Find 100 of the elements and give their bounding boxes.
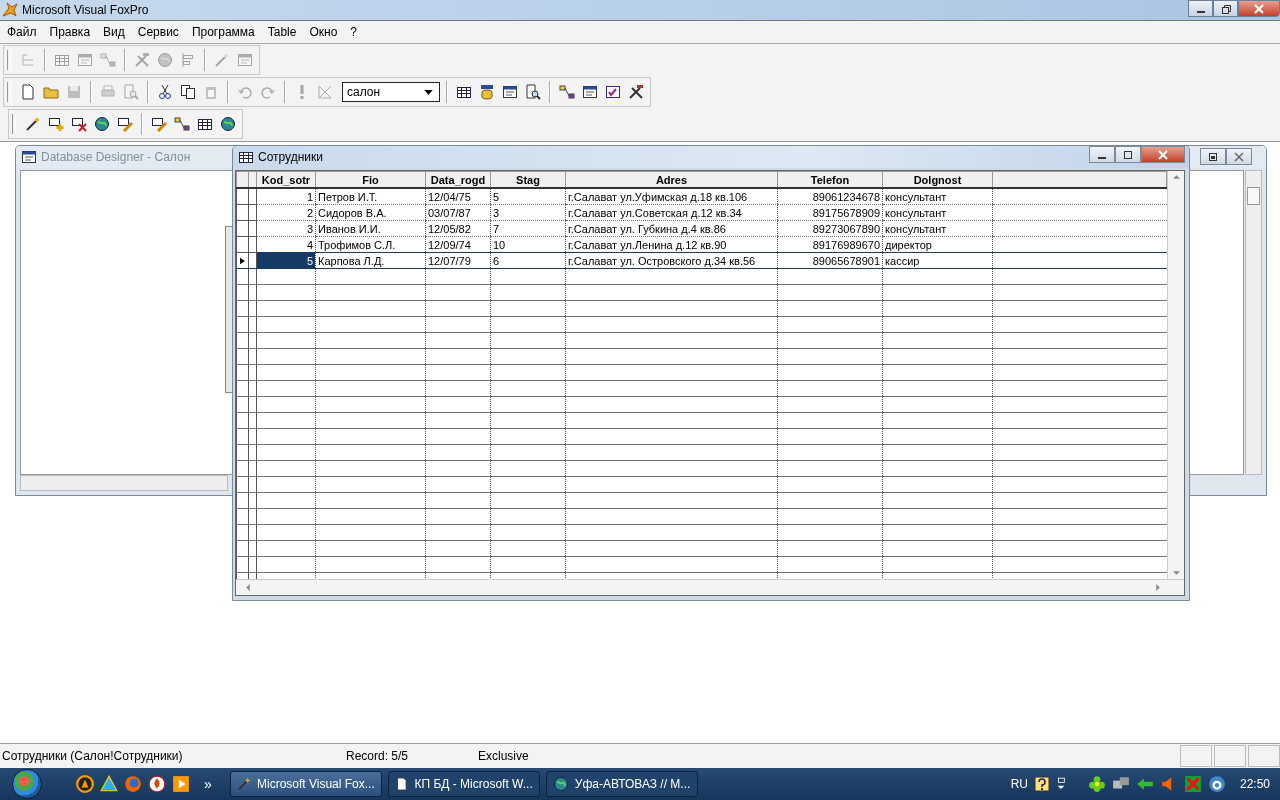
dropdown-arrow-icon xyxy=(424,89,433,95)
horizontal-scrollbar[interactable] xyxy=(20,475,228,491)
table-cell: г.Салават ул. Островского д.34 кв.56 xyxy=(565,252,778,269)
table-cell: 89273067890 xyxy=(777,220,883,237)
table-cell: консультант xyxy=(882,188,993,205)
status-panel xyxy=(1248,745,1280,767)
menu-item[interactable]: Сервис xyxy=(132,25,187,39)
status-panel xyxy=(1180,745,1212,767)
record-selector[interactable] xyxy=(236,236,249,253)
table-cell: 03/07/87 xyxy=(425,204,491,221)
wand-icon xyxy=(236,776,251,792)
menu-item[interactable]: Программа xyxy=(186,25,263,39)
column-header[interactable]: Data_rogd xyxy=(425,171,491,188)
taskbar-button[interactable]: Уфа-АВТОВАЗ // М... xyxy=(545,771,698,797)
column-header[interactable]: Kod_sotr xyxy=(256,171,316,188)
table-cell: г.Салават ул.Ленина д.12 кв.90 xyxy=(565,236,778,253)
restore-icon[interactable] xyxy=(1055,777,1066,791)
minimize-button[interactable] xyxy=(1089,146,1115,163)
close-icon xyxy=(1253,2,1265,15)
table-cell: 3 xyxy=(256,220,316,237)
media-player-icon[interactable] xyxy=(76,775,94,793)
play-icon[interactable] xyxy=(172,775,190,793)
restore-button[interactable] xyxy=(1200,148,1226,165)
window-title: Database Designer - Салон xyxy=(41,150,191,164)
restore-icon xyxy=(1208,151,1218,162)
table-cell: г.Салават ул.Советская д.12 кв.34 xyxy=(565,204,778,221)
document-icon xyxy=(394,776,409,792)
status-text: Сотрудники (Салон!Сотрудники) xyxy=(1,749,184,763)
database-dropdown[interactable]: салон xyxy=(342,82,440,102)
minimize-icon xyxy=(1098,156,1106,159)
vertical-scrollbar[interactable] xyxy=(1245,170,1262,475)
menu-item[interactable]: Файл xyxy=(2,25,45,39)
scroll-up-icon[interactable] xyxy=(1172,175,1180,179)
menu-item[interactable]: Table xyxy=(262,25,305,39)
close-button[interactable] xyxy=(1226,148,1252,165)
record-selector[interactable] xyxy=(236,252,249,269)
table-cell: г.Салават ул.Уфимская д.18 кв.106 xyxy=(565,188,778,205)
column-header[interactable]: Telefon xyxy=(777,171,883,188)
table-cell: 5 xyxy=(490,188,566,205)
column-header[interactable]: Stag xyxy=(490,171,566,188)
table-cell: Карпова Л.Д. xyxy=(315,252,426,269)
flower-icon[interactable] xyxy=(1087,775,1106,793)
globe-icon xyxy=(552,776,569,792)
scroll-right-icon[interactable] xyxy=(1156,584,1160,591)
language-indicator[interactable]: RU xyxy=(1010,777,1028,791)
status-panel xyxy=(1214,745,1246,767)
menu-item[interactable]: ? xyxy=(345,25,365,39)
table-cell: консультант xyxy=(882,204,993,221)
table-cell: Иванов И.И. xyxy=(315,220,426,237)
restore-icon xyxy=(1219,2,1232,15)
table-cell: 89175678909 xyxy=(777,204,883,221)
table-cell: директор xyxy=(882,236,993,253)
more-button[interactable]: » xyxy=(204,776,212,792)
minimize-button[interactable] xyxy=(1188,0,1213,17)
table-cell: консультант xyxy=(882,220,993,237)
table-icon xyxy=(238,149,254,165)
column-header[interactable]: Fio xyxy=(315,171,426,188)
window-title: Microsoft Visual FoxPro xyxy=(22,3,149,17)
maximize-button[interactable] xyxy=(1115,146,1141,163)
table-cell: 89065678901 xyxy=(777,252,883,269)
scroll-down-icon[interactable] xyxy=(1172,571,1180,575)
cross-icon[interactable] xyxy=(1183,775,1202,793)
record-selector[interactable] xyxy=(236,220,249,237)
menu-item[interactable]: Правка xyxy=(44,25,99,39)
table-cell: 12/05/82 xyxy=(425,220,491,237)
table-cell: кассир xyxy=(882,252,993,269)
column-header[interactable]: Dolgnost xyxy=(882,171,993,188)
table-cell: 6 xyxy=(490,252,566,269)
record-selector[interactable] xyxy=(236,204,249,221)
status-text: Record: 5/5 xyxy=(346,749,410,763)
table-cell: 12/07/79 xyxy=(425,252,491,269)
horizontal-scrollbar[interactable] xyxy=(236,579,1184,595)
browser-icon[interactable] xyxy=(124,775,142,793)
table-cell: 12/04/75 xyxy=(425,188,491,205)
help-icon[interactable] xyxy=(1033,776,1050,792)
minimize-icon xyxy=(1196,10,1205,13)
table-cell: Петров И.Т. xyxy=(315,188,426,205)
window-title: Сотрудники xyxy=(258,150,323,164)
scroll-left-icon[interactable] xyxy=(246,584,250,591)
clock: 22:50 xyxy=(1239,777,1270,791)
letter-a-icon[interactable] xyxy=(1207,775,1226,793)
table-cell: 7 xyxy=(490,220,566,237)
column-header[interactable]: Adres xyxy=(565,171,778,188)
vertical-scrollbar[interactable] xyxy=(1167,171,1184,579)
triangle-icon[interactable] xyxy=(100,775,118,793)
menu-item[interactable]: Окно xyxy=(304,25,346,39)
table-cell: 5 xyxy=(256,252,316,269)
taskbar-button[interactable]: КП БД - Microsoft W... xyxy=(387,771,540,797)
close-button[interactable] xyxy=(1238,0,1280,17)
restore-button[interactable] xyxy=(1213,0,1238,17)
taskbar-button[interactable]: Microsoft Visual Fox... xyxy=(229,771,382,797)
table-cell: г.Салават ул. Губкина д.4 кв.86 xyxy=(565,220,778,237)
start-button[interactable] xyxy=(12,769,42,799)
record-selector[interactable] xyxy=(236,188,249,205)
menu-item[interactable]: Вид xyxy=(98,25,133,39)
table-cell: 10 xyxy=(490,236,566,253)
close-button[interactable] xyxy=(1141,146,1185,163)
fox-icon xyxy=(2,2,18,18)
flame-icon[interactable] xyxy=(148,775,166,793)
table-cell: 12/09/74 xyxy=(425,236,491,253)
